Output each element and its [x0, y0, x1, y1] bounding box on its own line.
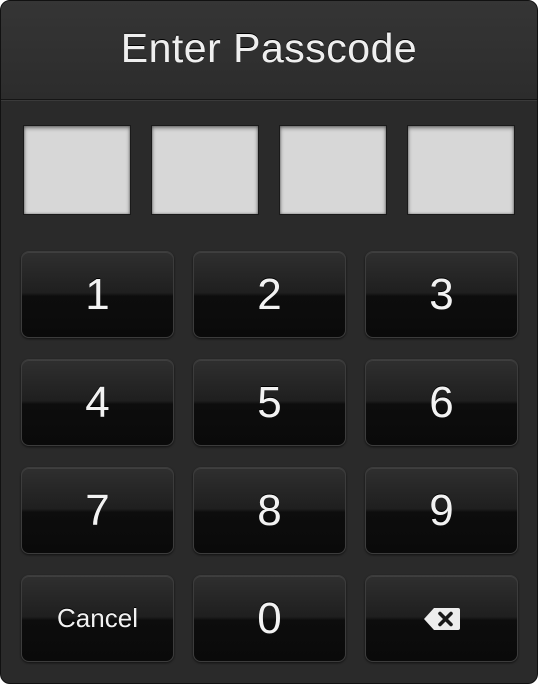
key-label: 5: [257, 377, 282, 427]
key-1[interactable]: 1: [21, 251, 174, 338]
cancel-button[interactable]: Cancel: [21, 575, 174, 662]
delete-button[interactable]: [365, 575, 518, 662]
key-label: 1: [85, 269, 110, 319]
cancel-label: Cancel: [57, 603, 138, 633]
key-5[interactable]: 5: [193, 359, 346, 446]
key-2[interactable]: 2: [193, 251, 346, 338]
key-3[interactable]: 3: [365, 251, 518, 338]
key-label: 2: [257, 269, 282, 319]
dialog-title: Enter Passcode: [120, 24, 418, 71]
backspace-icon: [423, 607, 461, 631]
passcode-digit-1: [23, 125, 131, 215]
key-0[interactable]: 0: [193, 575, 346, 662]
key-label: 6: [429, 377, 454, 427]
key-8[interactable]: 8: [193, 467, 346, 554]
key-4[interactable]: 4: [21, 359, 174, 446]
key-label: 9: [429, 485, 454, 535]
key-label: 7: [85, 485, 110, 535]
passcode-dialog: Enter Passcode 1 2 3 4 5 6 7 8 9 Cancel …: [0, 0, 538, 684]
passcode-digit-2: [151, 125, 259, 215]
key-9[interactable]: 9: [365, 467, 518, 554]
dialog-header: Enter Passcode: [1, 1, 537, 100]
key-label: 3: [429, 269, 454, 319]
key-label: 4: [85, 377, 110, 427]
key-label: 8: [257, 485, 282, 535]
key-6[interactable]: 6: [365, 359, 518, 446]
passcode-digit-3: [279, 125, 387, 215]
key-label: 0: [257, 593, 282, 643]
key-7[interactable]: 7: [21, 467, 174, 554]
passcode-digit-4: [407, 125, 515, 215]
